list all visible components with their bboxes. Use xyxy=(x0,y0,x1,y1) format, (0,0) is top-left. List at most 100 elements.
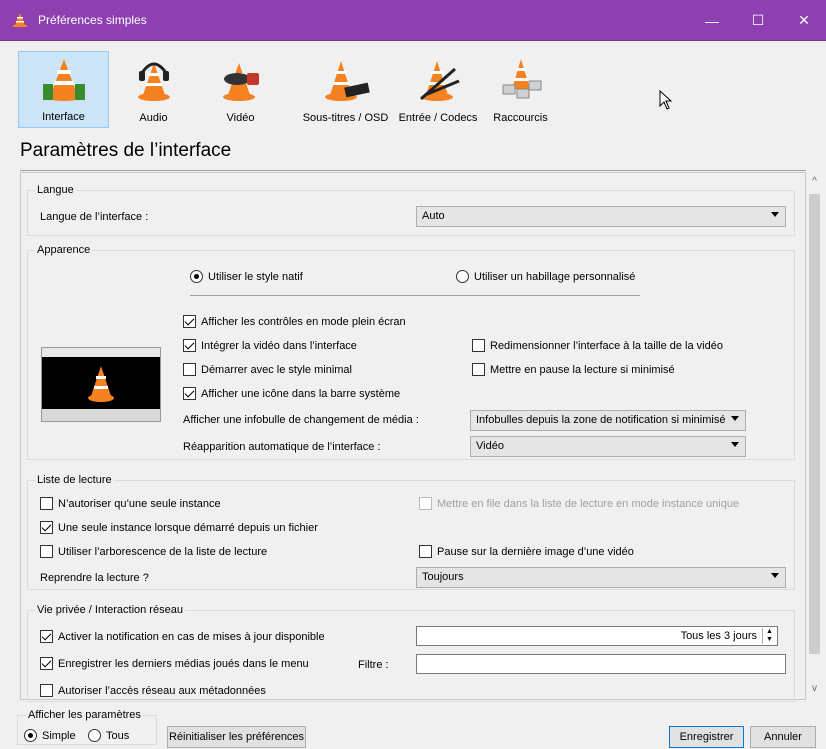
show-simple-radio[interactable]: Simple xyxy=(24,729,76,742)
show-all-radio[interactable]: Tous xyxy=(88,729,129,742)
custom-skin-radio[interactable]: Utiliser un habillage personnalisé xyxy=(456,270,635,283)
minimize-button[interactable]: — xyxy=(689,0,735,41)
systray-icon-checkbox[interactable]: Afficher une icône dans la barre système xyxy=(183,387,400,400)
tab-label: Raccourcis xyxy=(493,112,548,124)
metadata-network-checkbox[interactable]: Autoriser l’accès réseau aux métadonnées xyxy=(40,684,266,697)
vlc-hotkeys-icon xyxy=(502,59,541,99)
radio-indicator xyxy=(24,729,37,742)
group-title: Liste de lecture xyxy=(35,474,114,486)
divider xyxy=(20,170,806,171)
spin-arrows-icon[interactable]: ▲ ▼ xyxy=(762,628,776,644)
chevron-down-icon xyxy=(731,416,739,421)
auto-raise-label: Réapparition automatique de l’interface … xyxy=(183,441,381,453)
vertical-scrollbar[interactable]: ^ v xyxy=(806,172,823,700)
pause-last-frame-checkbox[interactable]: Pause sur la dernière image d’une vidéo xyxy=(419,545,634,558)
native-style-radio[interactable]: Utiliser le style natif xyxy=(190,270,303,283)
select-value: Vidéo xyxy=(476,440,504,452)
spinbox-value: Tous les 3 jours xyxy=(680,630,757,642)
checkbox-indicator xyxy=(419,497,432,510)
resize-interface-checkbox[interactable]: Redimensionner l’interface à la taille d… xyxy=(472,339,723,352)
chevron-down-icon xyxy=(731,442,739,447)
vlc-codecs-icon xyxy=(420,61,460,101)
tab-subtitles-osd[interactable]: Sous-titres / OSD xyxy=(293,51,398,128)
tab-input-codecs[interactable]: Entrée / Codecs xyxy=(398,51,478,128)
group-title: Afficher les paramètres xyxy=(26,709,143,721)
chevron-down-icon xyxy=(771,573,779,578)
update-interval-spinbox[interactable]: Tous les 3 jours ▲ ▼ xyxy=(416,626,778,646)
minimal-style-checkbox[interactable]: Démarrer avec le style minimal xyxy=(183,363,352,376)
cancel-button[interactable]: Annuler xyxy=(750,726,816,748)
category-toolbar: Interface Audio Vidéo Sous-titres / OSD … xyxy=(18,51,578,128)
checkbox-label: Afficher une icône dans la barre système xyxy=(201,387,401,400)
page-title: Paramètres de l’interface xyxy=(20,140,232,161)
checkbox-indicator xyxy=(40,657,53,670)
tab-label: Vidéo xyxy=(226,112,255,124)
filter-input[interactable] xyxy=(416,654,786,674)
reset-preferences-button[interactable]: Réinitialiser les préférences xyxy=(167,726,306,748)
checkbox-indicator xyxy=(472,339,485,352)
fullscreen-controls-checkbox[interactable]: Afficher les contrôles en mode plein écr… xyxy=(183,315,406,328)
one-instance-checkbox[interactable]: N’autoriser qu’une seule instance xyxy=(40,497,221,510)
checkbox-label: Pause sur la dernière image d’une vidéo xyxy=(437,545,634,558)
maximize-button[interactable]: ☐ xyxy=(735,0,781,41)
radio-label: Utiliser le style natif xyxy=(208,270,303,283)
checkbox-label: Redimensionner l’interface à la taille d… xyxy=(490,339,723,352)
tab-label: Sous-titres / OSD xyxy=(302,112,389,124)
checkbox-indicator xyxy=(40,545,53,558)
tab-video[interactable]: Vidéo xyxy=(208,51,273,128)
update-notification-checkbox[interactable]: Activer la notification en cas de mises … xyxy=(40,630,325,643)
checkbox-indicator xyxy=(183,339,196,352)
tab-label: Entrée / Codecs xyxy=(398,112,478,124)
pause-minimized-checkbox[interactable]: Mettre en pause la lecture si minimisé xyxy=(472,363,675,376)
checkbox-label: N’autoriser qu’une seule instance xyxy=(58,497,221,510)
group-title: Langue xyxy=(35,184,76,196)
playlist-tree-checkbox[interactable]: Utiliser l’arborescence de la liste de l… xyxy=(40,545,267,558)
checkbox-indicator xyxy=(40,684,53,697)
save-button[interactable]: Enregistrer xyxy=(669,726,744,748)
scroll-up-icon[interactable]: ^ xyxy=(806,176,823,187)
group-title: Apparence xyxy=(35,244,93,256)
checkbox-indicator xyxy=(183,315,196,328)
select-value: Auto xyxy=(422,210,445,222)
select-value: Toujours xyxy=(422,571,464,583)
radio-label: Tous xyxy=(106,729,130,742)
embed-video-checkbox[interactable]: Intégrer la vidéo dans l’interface xyxy=(183,339,357,352)
select-value: Infobulles depuis la zone de notificatio… xyxy=(476,414,726,426)
checkbox-label: Afficher les contrôles en mode plein écr… xyxy=(201,315,406,328)
checkbox-label: Utiliser l’arborescence de la liste de l… xyxy=(58,545,268,558)
language-select[interactable]: Auto xyxy=(416,206,786,227)
save-recent-media-checkbox[interactable]: Enregistrer les derniers médias joués da… xyxy=(40,657,309,670)
tab-audio[interactable]: Audio xyxy=(121,51,186,128)
resume-label: Reprendre la lecture ? xyxy=(40,572,149,584)
radio-label: Utiliser un habillage personnalisé xyxy=(474,270,636,283)
one-instance-file-checkbox[interactable]: Une seule instance lorsque démarré depui… xyxy=(40,521,318,534)
radio-label: Simple xyxy=(42,729,76,742)
title-bar: Préférences simples — ☐ ✕ xyxy=(0,0,826,41)
radio-indicator xyxy=(88,729,101,742)
scroll-down-icon[interactable]: v xyxy=(806,683,823,694)
checkbox-label: Une seule instance lorsque démarré depui… xyxy=(58,521,318,534)
checkbox-indicator xyxy=(40,497,53,510)
enqueue-instance-checkbox: Mettre en file dans la liste de lecture … xyxy=(419,497,739,510)
checkbox-indicator xyxy=(419,545,432,558)
checkbox-label: Activer la notification en cas de mises … xyxy=(58,630,325,643)
media-popup-select[interactable]: Infobulles depuis la zone de notificatio… xyxy=(470,410,746,431)
radio-indicator xyxy=(456,270,469,283)
vlc-interface-icon xyxy=(42,59,85,101)
tab-label: Audio xyxy=(139,112,168,124)
filter-label: Filtre : xyxy=(358,659,389,671)
window-title: Préférences simples xyxy=(38,13,147,27)
scrollbar-thumb[interactable] xyxy=(809,194,820,654)
tab-label: Interface xyxy=(42,111,85,123)
close-button[interactable]: ✕ xyxy=(781,0,826,41)
media-popup-label: Afficher une infobulle de changement de … xyxy=(183,414,419,426)
checkbox-label: Autoriser l’accès réseau aux métadonnées xyxy=(58,684,266,697)
language-label: Langue de l’interface : xyxy=(40,211,149,223)
auto-raise-select[interactable]: Vidéo xyxy=(470,436,746,457)
resume-playback-select[interactable]: Toujours xyxy=(416,567,786,588)
checkbox-label: Démarrer avec le style minimal xyxy=(201,363,352,376)
tab-interface[interactable]: Interface xyxy=(18,51,109,128)
divider xyxy=(190,295,640,296)
tab-hotkeys[interactable]: Raccourcis xyxy=(483,51,558,128)
group-title: Vie privée / Interaction réseau xyxy=(35,604,185,616)
